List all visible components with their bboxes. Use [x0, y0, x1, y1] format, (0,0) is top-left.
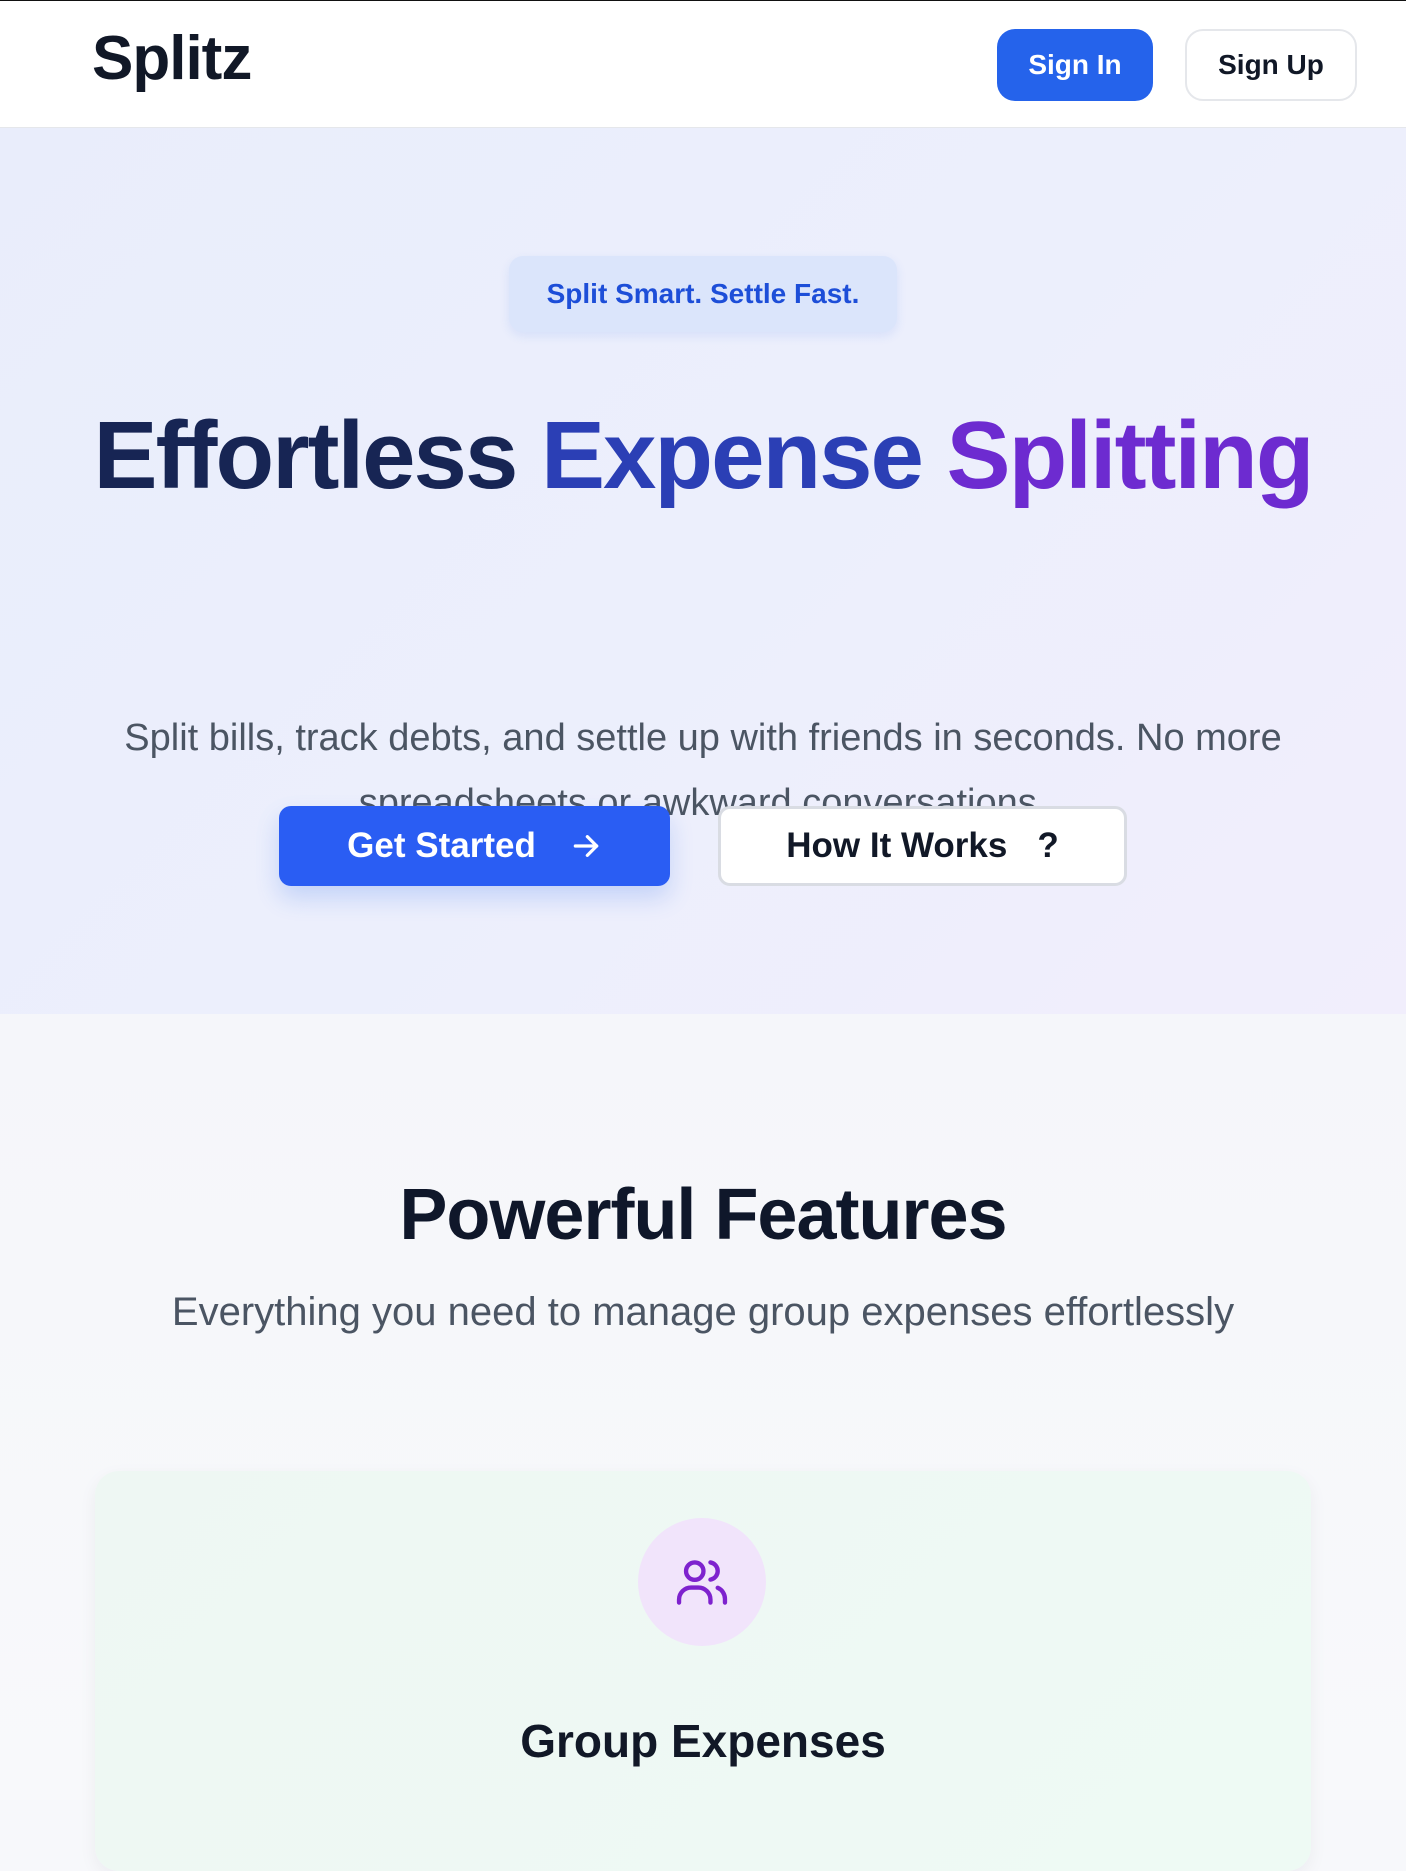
features-title: Powerful Features	[399, 1175, 1007, 1255]
sign-in-button[interactable]: Sign In	[997, 29, 1153, 101]
get-started-label: Get Started	[347, 826, 536, 865]
headline-word-expense: Expense	[541, 402, 924, 509]
how-it-works-label: How It Works	[786, 826, 1008, 865]
users-icon	[673, 1553, 731, 1611]
headline-word-splitting: Splitting	[946, 402, 1315, 509]
get-started-button[interactable]: Get Started	[279, 806, 670, 886]
tagline-badge: Split Smart. Settle Fast.	[509, 256, 897, 332]
features-section: Powerful Features Everything you need to…	[0, 1014, 1406, 1871]
logo[interactable]: Splitz	[92, 23, 252, 94]
question-mark-icon: ?	[1037, 826, 1059, 865]
headline-word-effortless: Effortless	[93, 402, 519, 509]
arrow-right-icon	[570, 830, 602, 862]
how-it-works-button[interactable]: How It Works ?	[718, 806, 1127, 886]
hero-section: Split Smart. Settle Fast. Effortless Exp…	[0, 128, 1406, 1014]
hero-headline: Effortless Expense Splitting	[0, 398, 1406, 513]
features-subtitle: Everything you need to manage group expe…	[171, 1290, 1235, 1334]
feature-card-group-expenses: Group Expenses	[95, 1471, 1311, 1871]
sign-up-button[interactable]: Sign Up	[1185, 29, 1357, 101]
top-nav: Splitz Sign In Sign Up	[0, 0, 1406, 128]
feature-title: Group Expenses	[520, 1715, 886, 1767]
feature-icon-circle	[638, 1518, 766, 1646]
